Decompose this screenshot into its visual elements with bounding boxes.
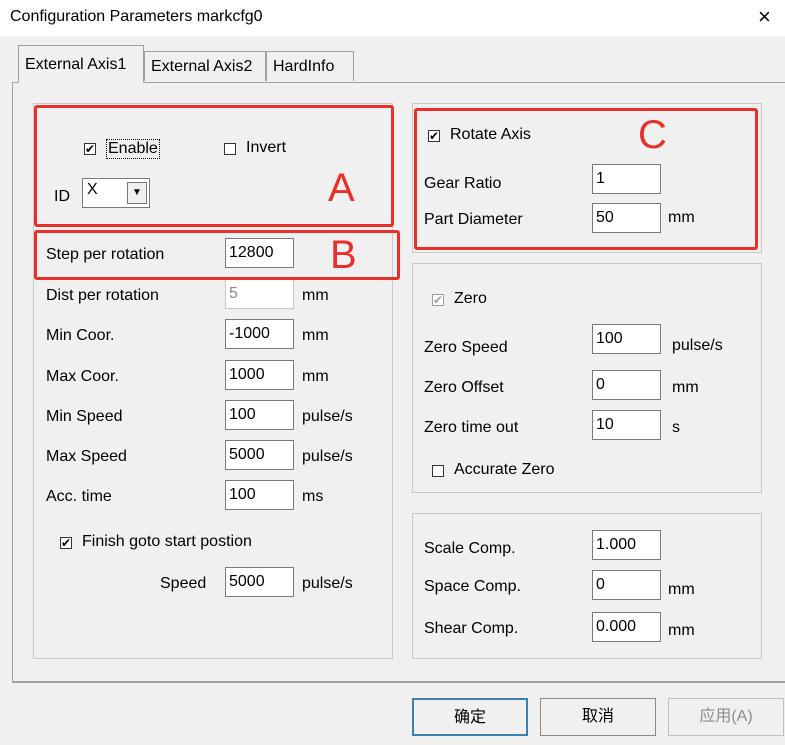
- zero-checkbox: ✔: [432, 294, 444, 306]
- finish-speed-label: Speed: [160, 575, 207, 592]
- min-speed-input[interactable]: [225, 400, 294, 430]
- zero-label: Zero: [454, 290, 487, 307]
- accurate-zero-checkbox[interactable]: [432, 465, 444, 477]
- finish-goto-label: Finish goto start postion: [82, 533, 252, 550]
- space-comp-label: Space Comp.: [424, 578, 521, 595]
- space-comp-input[interactable]: [592, 570, 661, 600]
- zero-speed-label: Zero Speed: [424, 339, 508, 356]
- shear-comp-label: Shear Comp.: [424, 620, 519, 637]
- finish-speed-unit: pulse/s: [302, 575, 353, 592]
- space-comp-unit: mm: [668, 581, 695, 598]
- min-coor-label: Min Coor.: [46, 327, 115, 344]
- shear-comp-unit: mm: [668, 622, 695, 639]
- min-coor-input[interactable]: [225, 319, 294, 349]
- ok-button[interactable]: 确定: [412, 698, 528, 736]
- window-title: Configuration Parameters markcfg0: [10, 8, 263, 25]
- max-speed-unit: pulse/s: [302, 448, 353, 465]
- finish-goto-checkbox[interactable]: ✔: [60, 537, 72, 549]
- max-coor-unit: mm: [302, 368, 329, 385]
- acc-time-input[interactable]: [225, 480, 294, 510]
- scale-comp-label: Scale Comp.: [424, 540, 516, 557]
- cancel-button[interactable]: 取消: [540, 698, 656, 736]
- annotation-label-a: A: [328, 166, 355, 210]
- min-speed-label: Min Speed: [46, 408, 123, 425]
- zero-timeout-unit: s: [672, 419, 680, 436]
- apply-button: 应用(A): [668, 698, 784, 736]
- max-speed-label: Max Speed: [46, 448, 127, 465]
- shear-comp-input[interactable]: [592, 612, 661, 642]
- min-speed-unit: pulse/s: [302, 408, 353, 425]
- max-coor-label: Max Coor.: [46, 368, 119, 385]
- zero-timeout-label: Zero time out: [424, 419, 519, 436]
- tab-external-axis1[interactable]: External Axis1: [18, 45, 144, 83]
- max-speed-input[interactable]: [225, 440, 294, 470]
- zero-timeout-input[interactable]: [592, 410, 661, 440]
- dist-input: [225, 279, 294, 309]
- zero-speed-unit: pulse/s: [672, 337, 723, 354]
- finish-speed-input[interactable]: [225, 567, 294, 597]
- annotation-label-c: C: [638, 113, 667, 157]
- check-icon: ✔: [61, 536, 72, 550]
- annotation-label-b: B: [330, 233, 357, 277]
- zero-speed-input[interactable]: [592, 324, 661, 354]
- zero-offset-unit: mm: [672, 379, 699, 396]
- max-coor-input[interactable]: [225, 360, 294, 390]
- accurate-zero-label: Accurate Zero: [454, 461, 555, 478]
- zero-offset-input[interactable]: [592, 370, 661, 400]
- scale-comp-input[interactable]: [592, 530, 661, 560]
- dist-unit: mm: [302, 287, 329, 304]
- acc-time-label: Acc. time: [46, 488, 112, 505]
- dist-label: Dist per rotation: [46, 287, 159, 304]
- check-icon: ✔: [433, 293, 444, 307]
- min-coor-unit: mm: [302, 327, 329, 344]
- tab-external-axis2[interactable]: External Axis2: [144, 51, 266, 81]
- acc-time-unit: ms: [302, 488, 324, 505]
- close-icon[interactable]: ×: [758, 4, 771, 30]
- zero-offset-label: Zero Offset: [424, 379, 504, 396]
- annotation-box-c: [414, 108, 758, 250]
- tab-hardinfo[interactable]: HardInfo: [266, 51, 354, 81]
